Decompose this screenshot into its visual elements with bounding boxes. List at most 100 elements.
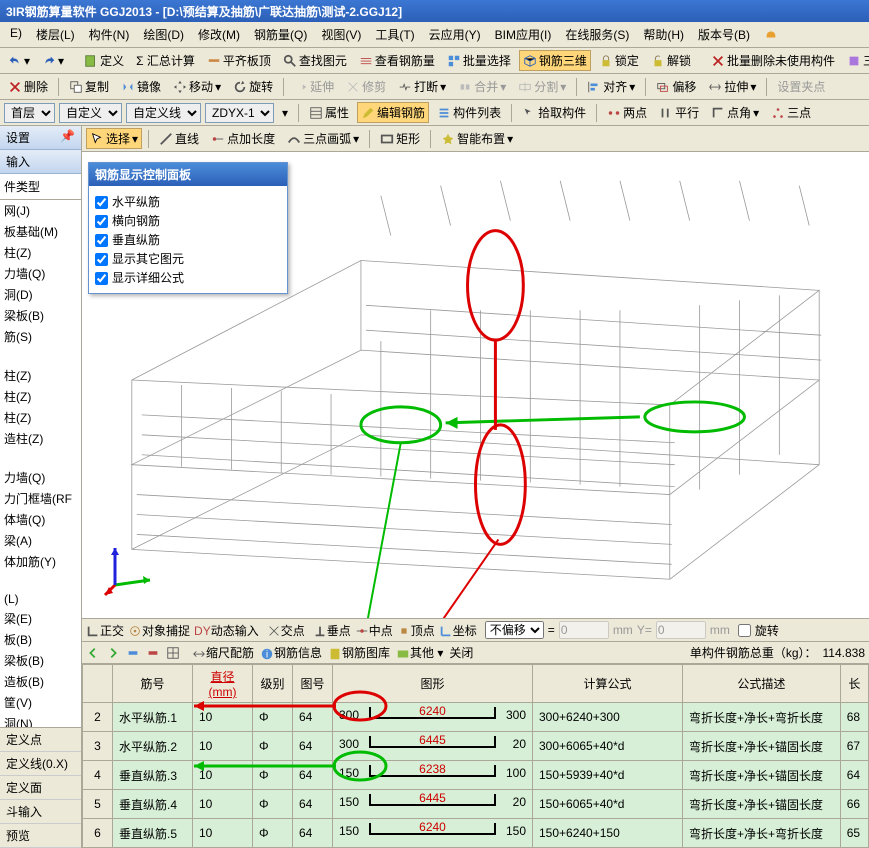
cell-2-8[interactable]: 64 xyxy=(840,761,868,790)
cell-3-3[interactable]: Φ xyxy=(253,790,293,819)
sidebar-bottom-0[interactable]: 定义点 xyxy=(0,728,81,752)
sidebar-item-21[interactable]: 板(B) xyxy=(0,629,81,650)
cell-2-0[interactable]: 4 xyxy=(83,761,113,790)
cell-3-2[interactable]: 10 xyxy=(193,790,253,819)
menu-item-6[interactable]: 视图(V) xyxy=(315,24,367,45)
two-point-button[interactable]: 两点 xyxy=(603,102,651,123)
edit-rebar-button[interactable]: 编辑钢筋 xyxy=(357,102,429,123)
sidebar-item-5[interactable]: 梁板(B) xyxy=(0,305,81,326)
cell-1-2[interactable]: 10 xyxy=(193,732,253,761)
sidebar-item-4[interactable]: 洞(D) xyxy=(0,284,81,305)
offset-button[interactable]: 偏移 xyxy=(652,76,700,97)
cell-4-0[interactable]: 6 xyxy=(83,819,113,848)
three-d-button[interactable]: 三 xyxy=(843,50,869,71)
menu-item-4[interactable]: 修改(M) xyxy=(192,24,246,45)
stretch-button[interactable]: 拉伸 ▾ xyxy=(704,76,760,97)
pin-icon[interactable]: 📌 xyxy=(60,129,75,146)
sidebar-item-0[interactable]: 网(J) xyxy=(0,200,81,221)
custom-select[interactable]: 自定义 xyxy=(59,103,122,123)
close-button[interactable]: 关闭 xyxy=(449,644,473,661)
sidebar-item-3[interactable]: 力墙(Q) xyxy=(0,263,81,284)
sidebar-item-6[interactable]: 筋(S) xyxy=(0,326,81,347)
panel-checkbox-1[interactable] xyxy=(95,215,108,228)
cell-2-6[interactable]: 150+5939+40*d xyxy=(533,761,683,790)
prev-button[interactable] xyxy=(86,645,100,660)
setgrip-button[interactable]: 设置夹点 xyxy=(773,76,829,97)
merge-button[interactable]: 合并 ▾ xyxy=(454,76,510,97)
cell-4-6[interactable]: 150+6240+150 xyxy=(533,819,683,848)
sidebar-item-20[interactable]: 梁(E) xyxy=(0,608,81,629)
cell-0-8[interactable]: 68 xyxy=(840,703,868,732)
cell-4-2[interactable]: 10 xyxy=(193,819,253,848)
panel-checkbox-0[interactable] xyxy=(95,196,108,209)
cell-1-4[interactable]: 64 xyxy=(293,732,333,761)
menu-item-2[interactable]: 构件(N) xyxy=(83,24,136,45)
col-5[interactable]: 图形 xyxy=(333,665,533,703)
sidebar-item-19[interactable]: (L) xyxy=(0,590,81,608)
y-input[interactable] xyxy=(656,621,706,639)
cell-3-6[interactable]: 150+6065+40*d xyxy=(533,790,683,819)
sidebar-item-25[interactable]: 洞(N) xyxy=(0,713,81,727)
sidebar-settings-header[interactable]: 设置📌 xyxy=(0,126,81,150)
col-2[interactable]: 直径(mm) xyxy=(193,665,253,703)
cell-3-7[interactable]: 弯折长度+净长+锚固长度 xyxy=(683,790,841,819)
cell-1-6[interactable]: 300+6065+40*d xyxy=(533,732,683,761)
sidebar-bottom-4[interactable]: 预览 xyxy=(0,824,81,848)
sidebar-item-24[interactable]: 筐(V) xyxy=(0,692,81,713)
cell-0-3[interactable]: Φ xyxy=(253,703,293,732)
cell-2-4[interactable]: 64 xyxy=(293,761,333,790)
cell-3-4[interactable]: 64 xyxy=(293,790,333,819)
cell-0-5[interactable]: 3006240300 xyxy=(333,703,533,732)
rotate-button[interactable]: 旋转 xyxy=(229,76,277,97)
table-row[interactable]: 3水平纵筋.210Φ64300644520300+6065+40*d弯折长度+净… xyxy=(83,732,869,761)
menu-item-10[interactable]: 在线服务(S) xyxy=(559,24,635,45)
sidebar-item-13[interactable]: 力墙(Q) xyxy=(0,467,81,488)
cell-0-2[interactable]: 10 xyxy=(193,703,253,732)
col-6[interactable]: 计算公式 xyxy=(533,665,683,703)
col-1[interactable]: 筋号 xyxy=(113,665,193,703)
col-4[interactable]: 图号 xyxy=(293,665,333,703)
col-8[interactable]: 长 xyxy=(840,665,868,703)
parallel-button[interactable]: 平行 xyxy=(655,102,703,123)
del-row-button[interactable] xyxy=(146,645,160,660)
next-button[interactable] xyxy=(106,645,120,660)
cell-0-6[interactable]: 300+6240+300 xyxy=(533,703,683,732)
sidebar-item-2[interactable]: 柱(Z) xyxy=(0,242,81,263)
sidebar-item-14[interactable]: 力门框墙(RF xyxy=(0,488,81,509)
sidebar-bottom-1[interactable]: 定义线(0.X) xyxy=(0,752,81,776)
sidebar-item-8[interactable]: 柱(Z) xyxy=(0,365,81,386)
redo-button[interactable]: ▾ xyxy=(38,52,68,70)
vert-button[interactable]: 垂点 xyxy=(313,622,351,639)
menu-item-7[interactable]: 工具(T) xyxy=(369,24,420,45)
cell-1-1[interactable]: 水平纵筋.2 xyxy=(113,732,193,761)
floor-select[interactable]: 首层 xyxy=(4,103,55,123)
col-7[interactable]: 公式描述 xyxy=(683,665,841,703)
component-list-button[interactable]: 构件列表 xyxy=(433,102,505,123)
undo-button[interactable]: ▾ xyxy=(4,52,34,70)
cell-3-8[interactable]: 66 xyxy=(840,790,868,819)
table-row[interactable]: 4垂直纵筋.310Φ641506238100150+5939+40*d弯折长度+… xyxy=(83,761,869,790)
arc-button[interactable]: 三点画弧 ▾ xyxy=(283,128,363,149)
batch-select-button[interactable]: 批量选择 xyxy=(443,50,515,71)
cell-0-0[interactable]: 2 xyxy=(83,703,113,732)
batch-delete-button[interactable]: 批量删除未使用构件 xyxy=(707,50,839,71)
view-rebar-button[interactable]: 查看钢筋量 xyxy=(355,50,439,71)
panel-checkbox-3[interactable] xyxy=(95,253,108,266)
dyn-input-button[interactable]: DY动态输入 xyxy=(194,622,259,639)
x-input[interactable] xyxy=(559,621,609,639)
define-button[interactable]: 定义 xyxy=(80,50,128,71)
mid-button[interactable]: 中点 xyxy=(355,622,393,639)
panel-check-2[interactable]: 垂直纵筋 xyxy=(95,230,281,249)
sidebar-bottom-3[interactable]: 斗输入 xyxy=(0,800,81,824)
sidebar-item-16[interactable]: 梁(A) xyxy=(0,530,81,551)
cross-button[interactable]: 交点 xyxy=(267,622,305,639)
table-tool-button[interactable] xyxy=(166,645,180,660)
split-button[interactable]: 分割 ▾ xyxy=(514,76,570,97)
panel-check-3[interactable]: 显示其它图元 xyxy=(95,249,281,268)
cell-2-1[interactable]: 垂直纵筋.3 xyxy=(113,761,193,790)
add-length-button[interactable]: 点加长度 xyxy=(207,128,279,149)
cell-0-4[interactable]: 64 xyxy=(293,703,333,732)
sidebar-item-23[interactable]: 造板(B) xyxy=(0,671,81,692)
rebar-lib-button[interactable]: 钢筋图库 xyxy=(328,644,390,661)
lock-button[interactable]: 锁定 xyxy=(595,50,643,71)
